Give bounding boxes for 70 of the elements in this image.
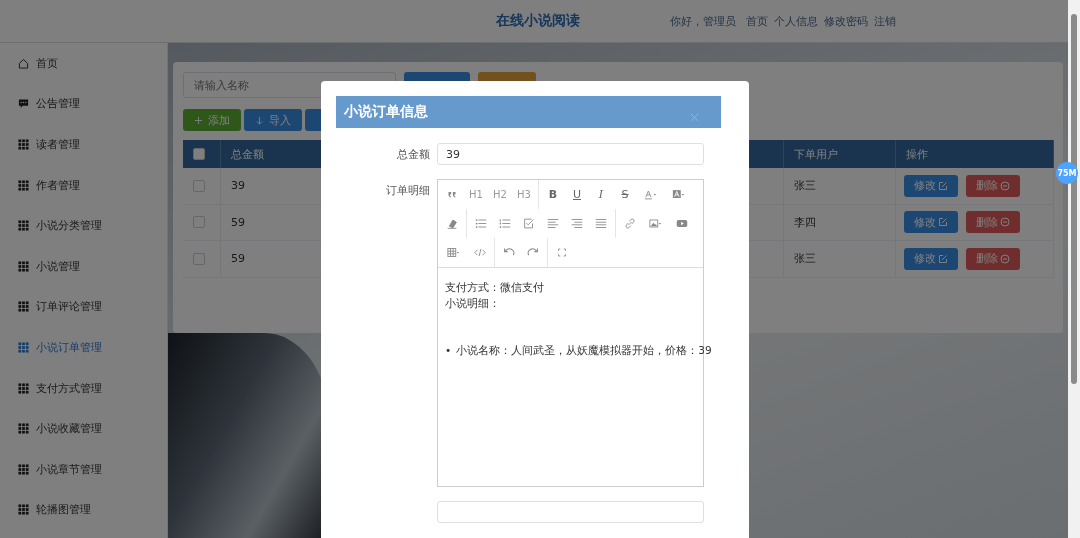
grid-icon [18,139,29,150]
column-header: 下单用户 [784,140,896,168]
row-action-button[interactable]: 删除 [966,211,1020,234]
sidebar-item[interactable]: 小说订单管理 [0,327,167,368]
format-button[interactable]: I [589,180,613,209]
sidebar-item[interactable]: 小说分类管理 [0,205,167,246]
close-icon[interactable] [690,112,699,122]
site-title: 在线小说阅读 [496,12,580,30]
sidebar-item[interactable]: 订单评论管理 [0,286,167,328]
bullet-marker: • [445,343,452,358]
sidebar-item[interactable]: 小说管理 [0,245,167,287]
field-label: 订单明细 [386,184,430,197]
dialog-title: 小说订单信息 [344,103,428,121]
column-header: 操作 [896,140,1054,168]
home-icon [18,57,29,69]
header-link[interactable]: 首页 [746,13,768,29]
minus-circle-icon [1000,217,1010,228]
edit-icon [938,217,948,228]
row-checkbox[interactable] [193,179,205,192]
row-action-button[interactable]: 修改 [904,211,958,234]
header-link[interactable]: 注销 [874,13,896,29]
toolbar-button[interactable]: 添加 [183,109,241,131]
header-link[interactable]: 个人信息 [774,13,818,29]
select-all-checkbox[interactable] [193,148,205,160]
list-item: 小说名称：人间武圣，从妖魔模拟器开始，价格：39 [456,343,712,358]
grid-icon [18,382,29,394]
plus-icon [194,115,203,125]
row-action-button[interactable]: 删除 [966,174,1020,197]
sidebar-item[interactable]: 小说章节管理 [0,448,167,490]
input-field[interactable] [437,501,704,523]
minus-circle-icon [1000,180,1010,191]
field-label: 总金额 [397,148,430,161]
format-button[interactable]: B [541,180,565,209]
chat-icon [18,98,29,110]
sidebar-item[interactable]: 支付方式管理 [0,367,167,409]
grid-icon [18,179,29,191]
format-button[interactable]: U [565,180,589,209]
sidebar-item[interactable]: 公告管理 [0,83,167,125]
format-button[interactable]: H1 [464,180,488,209]
grid-icon [18,341,29,353]
row-checkbox[interactable] [193,252,205,265]
input-field[interactable]: 39 [437,143,704,165]
table-cell: 李四 [784,204,896,240]
greeting-text: 你好，管理员 [670,13,736,29]
row-action-button[interactable]: 删除 [966,247,1020,270]
sidebar-item[interactable]: 首页 [0,43,167,84]
row-action-button[interactable]: 修改 [904,174,958,197]
format-button[interactable]: H3 [512,180,536,209]
edit-icon [938,180,948,191]
row-action-button[interactable]: 修改 [904,247,958,270]
toolbar-button[interactable]: 导入 [244,109,302,131]
row-checkbox[interactable] [193,216,205,229]
grid-icon [18,504,29,516]
grid-icon [18,220,29,232]
editor-text: 支付方式：微信支付 [445,280,545,296]
edit-icon [938,253,948,264]
header-link[interactable]: 修改密码 [824,13,868,29]
minus-circle-icon [1000,253,1010,264]
grid-icon [18,463,29,475]
grid-icon [18,260,29,272]
sidebar-item[interactable]: 小说收藏管理 [0,408,167,449]
grid-icon [18,301,29,313]
sidebar-item[interactable]: 读者管理 [0,124,167,165]
sidebar-item[interactable]: 作者管理 [0,164,167,206]
format-button[interactable]: S [613,180,637,209]
sidebar-item[interactable]: 轮播图管理 [0,489,167,531]
down-arrow-icon [255,115,264,125]
grid-icon [18,423,29,435]
format-button[interactable]: H2 [488,180,512,209]
editor-text: 小说明细： [445,296,501,312]
